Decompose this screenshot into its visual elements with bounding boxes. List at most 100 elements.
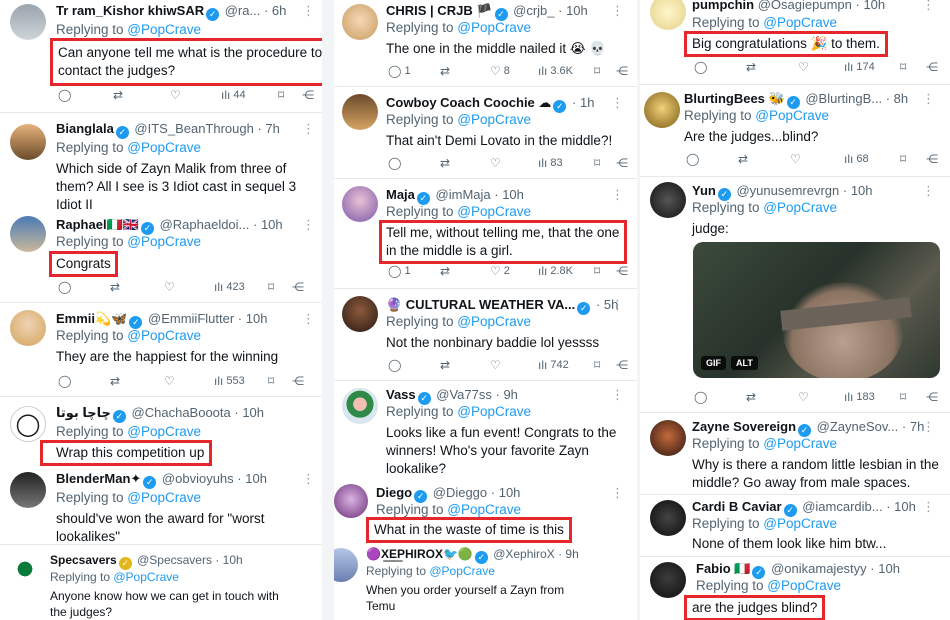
replying-to-link[interactable]: @PopCrave — [457, 204, 531, 219]
replying-to-link[interactable]: @PopCrave — [457, 404, 531, 419]
reply-button[interactable]: ◯ 1 — [388, 264, 411, 278]
views-button[interactable]: ılı 3.6K — [538, 64, 573, 78]
retweet-button[interactable]: ⇄ — [746, 60, 756, 74]
avatar[interactable] — [342, 296, 378, 332]
tweet-time[interactable]: · 7h — [257, 121, 279, 136]
tweet[interactable]: Bianglala ✓ @ITS_BeanThrough · 7h ⋮ Reply… — [0, 116, 322, 212]
share-button[interactable]: ⋲ — [926, 60, 938, 74]
more-options-icon[interactable]: ⋮ — [922, 499, 936, 515]
author-handle[interactable]: @crjb_ — [513, 3, 554, 18]
tweet[interactable]: Zayne Sovereign ✓ @ZayneSov... · 7h ⋮ Rep… — [640, 416, 950, 494]
avatar[interactable] — [342, 388, 378, 424]
more-options-icon[interactable]: ⋮ — [302, 3, 316, 19]
author-name[interactable]: Emmii💫🦋 — [56, 311, 127, 326]
replying-to-link[interactable]: @PopCrave — [767, 578, 841, 593]
author-name[interactable]: Cowboy Coach Coochie ☁ — [386, 95, 551, 110]
author-handle[interactable]: @obvioyuhs — [162, 471, 234, 486]
replying-to-link[interactable]: @PopCrave — [763, 15, 837, 30]
reply-button[interactable]: ◯ — [694, 60, 707, 74]
author-handle[interactable]: @Osagiepumpn — [758, 0, 852, 12]
like-button[interactable]: ♡ — [790, 152, 801, 166]
like-button[interactable]: ♡ — [164, 280, 175, 294]
tweet[interactable]: CHRIS | CRJB 🏴 ✓ @crjb_ · 10h ⋮ Replying … — [334, 0, 637, 86]
like-button[interactable]: ♡ — [798, 60, 809, 74]
retweet-button[interactable]: ⇄ — [440, 358, 450, 372]
author-name[interactable]: Fabio 🇮🇹 — [696, 561, 750, 576]
more-options-icon[interactable]: ⋮ — [611, 485, 625, 501]
bookmark-button[interactable]: ⌑ — [594, 264, 600, 278]
more-options-icon[interactable]: ⋮ — [611, 3, 625, 19]
avatar[interactable] — [334, 484, 368, 518]
avatar[interactable] — [650, 500, 686, 536]
reply-button[interactable]: ◯ 1 — [388, 64, 411, 78]
tweet[interactable]: pumpchin @Osagiepumpn · 10h ⋮ Replying t… — [640, 0, 950, 84]
tweet-time[interactable]: · 10h — [558, 3, 588, 18]
views-button[interactable]: ılı 174 — [844, 60, 875, 74]
bookmark-button[interactable]: ⌑ — [278, 88, 284, 102]
retweet-button[interactable]: ⇄ — [738, 152, 748, 166]
author-handle[interactable]: @EmmiiFlutter — [148, 311, 234, 326]
tweet[interactable]: چاچا بوتا ✓ @ChachaBooota · 10h Replying … — [0, 400, 322, 466]
replying-to-link[interactable]: @PopCrave — [763, 200, 837, 215]
retweet-button[interactable]: ⇄ — [440, 156, 450, 170]
tweet-time[interactable]: · 7h — [902, 419, 924, 434]
share-button[interactable]: ⋲ — [302, 88, 314, 102]
bookmark-button[interactable]: ⌑ — [900, 60, 906, 74]
author-handle[interactable]: @ITS_BeanThrough — [134, 121, 253, 136]
reply-button[interactable]: ◯ — [58, 88, 71, 102]
bookmark-button[interactable]: ⌑ — [594, 156, 600, 170]
gif-media[interactable]: GIF ALT — [693, 242, 940, 378]
author-handle[interactable]: @iamcardib... — [802, 499, 882, 514]
author-name[interactable]: 🔮 CULTURAL WEATHER VA... — [386, 297, 575, 312]
replying-to-link[interactable]: @PopCrave — [457, 20, 531, 35]
bookmark-button[interactable]: ⌑ — [594, 358, 600, 372]
tweet[interactable]: Raphael🇮🇹🇬🇧 ✓ @Raphaeldoi... · 10h ⋮ Repl… — [0, 212, 322, 302]
more-options-icon[interactable]: ⋮ — [611, 387, 625, 403]
author-handle[interactable]: @onikamajestyy — [771, 561, 867, 576]
more-options-icon[interactable]: ⋮ — [302, 311, 316, 327]
author-name[interactable]: Maja — [386, 187, 415, 202]
tweet-time[interactable]: · 1h — [572, 95, 594, 110]
views-button[interactable]: ılı 423 — [214, 280, 245, 294]
reply-button[interactable]: ◯ — [58, 280, 71, 294]
reply-button[interactable]: ◯ — [58, 374, 71, 388]
author-name[interactable]: Diego — [376, 485, 412, 500]
replying-to-link[interactable]: @PopCrave — [763, 516, 837, 531]
author-name[interactable]: چاچا بوتا — [56, 405, 111, 420]
bookmark-button[interactable]: ⌑ — [900, 390, 906, 404]
avatar[interactable] — [342, 94, 378, 130]
tweet[interactable]: 🟣X͟E͟PHIROX🐦🟢 ✓ @XephiroX · 9h Replying t… — [334, 544, 637, 620]
bookmark-button[interactable]: ⌑ — [900, 152, 906, 166]
avatar[interactable] — [10, 216, 46, 252]
views-button[interactable]: ılı 742 — [538, 358, 569, 372]
avatar[interactable] — [10, 4, 46, 40]
tweet-time[interactable]: · 10h — [494, 187, 524, 202]
replying-to-link[interactable]: @PopCrave — [127, 490, 201, 505]
share-button[interactable]: ⋲ — [292, 280, 304, 294]
replying-to-link[interactable]: @PopCrave — [113, 570, 179, 584]
retweet-button[interactable]: ⇄ — [440, 264, 450, 278]
avatar[interactable] — [342, 186, 378, 222]
more-options-icon[interactable]: ⋮ — [302, 217, 316, 233]
share-button[interactable]: ⋲ — [926, 152, 938, 166]
reply-column-3[interactable]: pumpchin @Osagiepumpn · 10h ⋮ Replying t… — [640, 0, 950, 620]
author-name[interactable]: pumpchin — [692, 0, 754, 12]
replying-to-link[interactable]: @PopCrave — [457, 112, 531, 127]
author-handle[interactable]: @Raphaeldoi... — [160, 217, 250, 232]
replying-to-link[interactable]: @PopCrave — [755, 108, 829, 123]
replying-to-link[interactable]: @PopCrave — [127, 328, 201, 343]
replying-to-link[interactable]: @PopCrave — [429, 564, 495, 578]
tweet[interactable]: Cardi B Caviar ✓ @iamcardib... · 10h ⋮ Re… — [640, 496, 950, 556]
tweet[interactable]: Diego ✓ @Dieggo · 10h ⋮ Replying to @PopC… — [334, 482, 637, 543]
more-options-icon[interactable]: ⋮ — [922, 0, 936, 13]
more-options-icon[interactable]: ⋮ — [611, 187, 625, 203]
like-button[interactable]: ♡ — [798, 390, 809, 404]
like-button[interactable]: ♡ — [490, 358, 501, 372]
tweet[interactable]: 🔮 CULTURAL WEATHER VA... ✓ · 5h ⋮ Replyin… — [334, 292, 637, 378]
author-handle[interactable]: @BlurtingB... — [805, 91, 882, 106]
like-button[interactable]: ♡ 8 — [490, 64, 510, 78]
avatar[interactable] — [334, 548, 358, 582]
author-name[interactable]: Zayne Sovereign — [692, 419, 796, 434]
author-name[interactable]: 🟣X͟E͟PHIROX🐦🟢 — [366, 547, 473, 561]
author-name[interactable]: BlurtingBees 🐝 — [684, 91, 785, 106]
